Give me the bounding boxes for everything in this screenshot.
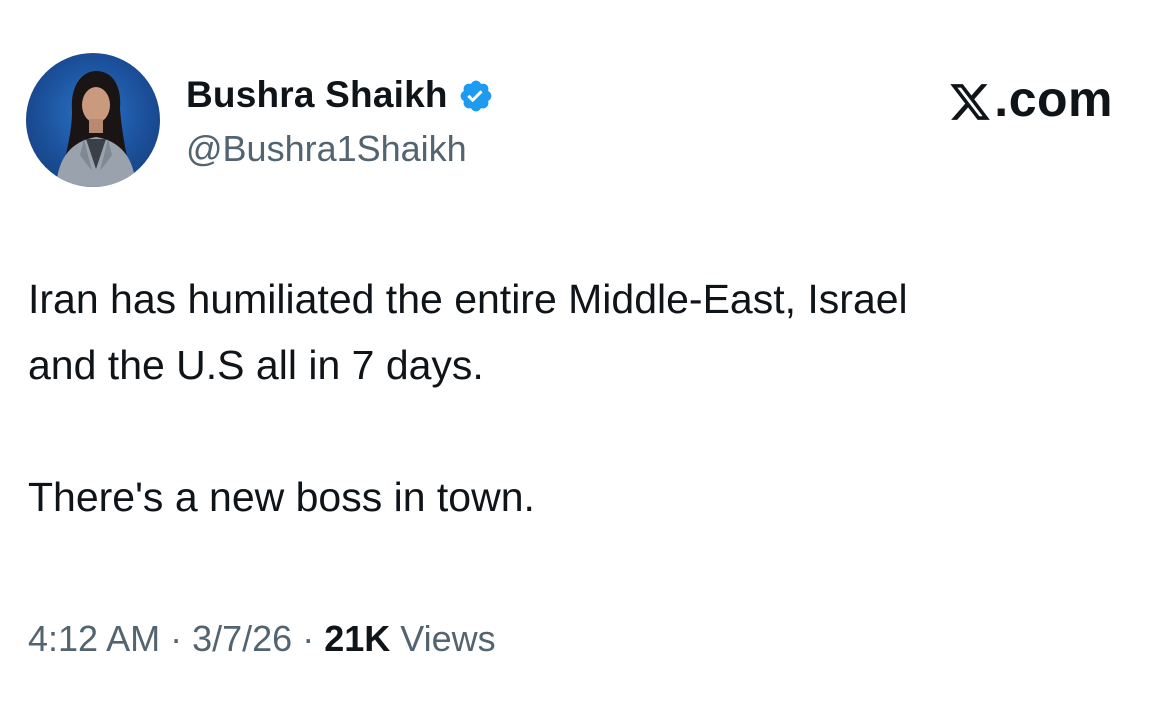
tweet-text: Iran has humiliated the entire Middle-Ea… [28,266,1148,530]
site-label: .com [994,71,1113,127]
verified-badge-icon[interactable] [458,78,494,114]
tweet-text-line-3: There's a new boss in town. [28,474,535,520]
views-link[interactable]: 21K Views [324,618,495,660]
avatar-photo [56,71,136,187]
views-count: 21K [324,618,391,659]
display-name[interactable]: Bushra Shaikh [186,74,448,116]
meta-separator: · [302,618,315,659]
tweet-text-line-1: Iran has humiliated the entire Middle-Ea… [28,276,908,322]
tweet-meta: 4:12 AM · 3/7/26 · 21K Views [28,618,496,660]
tweet-card: Bushra Shaikh @Bushra1Shaikh .com Iran h… [0,0,1169,704]
tweet-text-line-2: and the U.S all in 7 days. [28,342,484,388]
tweet-date[interactable]: 3/7/26 [192,618,292,660]
avatar[interactable] [26,53,160,187]
meta-separator: · [170,618,183,659]
user-handle[interactable]: @Bushra1Shaikh [186,128,467,170]
author-name-row: Bushra Shaikh [186,72,494,118]
views-label: Views [400,618,496,659]
x-logo-icon [948,78,992,122]
site-watermark[interactable]: .com [948,70,1113,128]
tweet-time[interactable]: 4:12 AM [28,618,160,660]
